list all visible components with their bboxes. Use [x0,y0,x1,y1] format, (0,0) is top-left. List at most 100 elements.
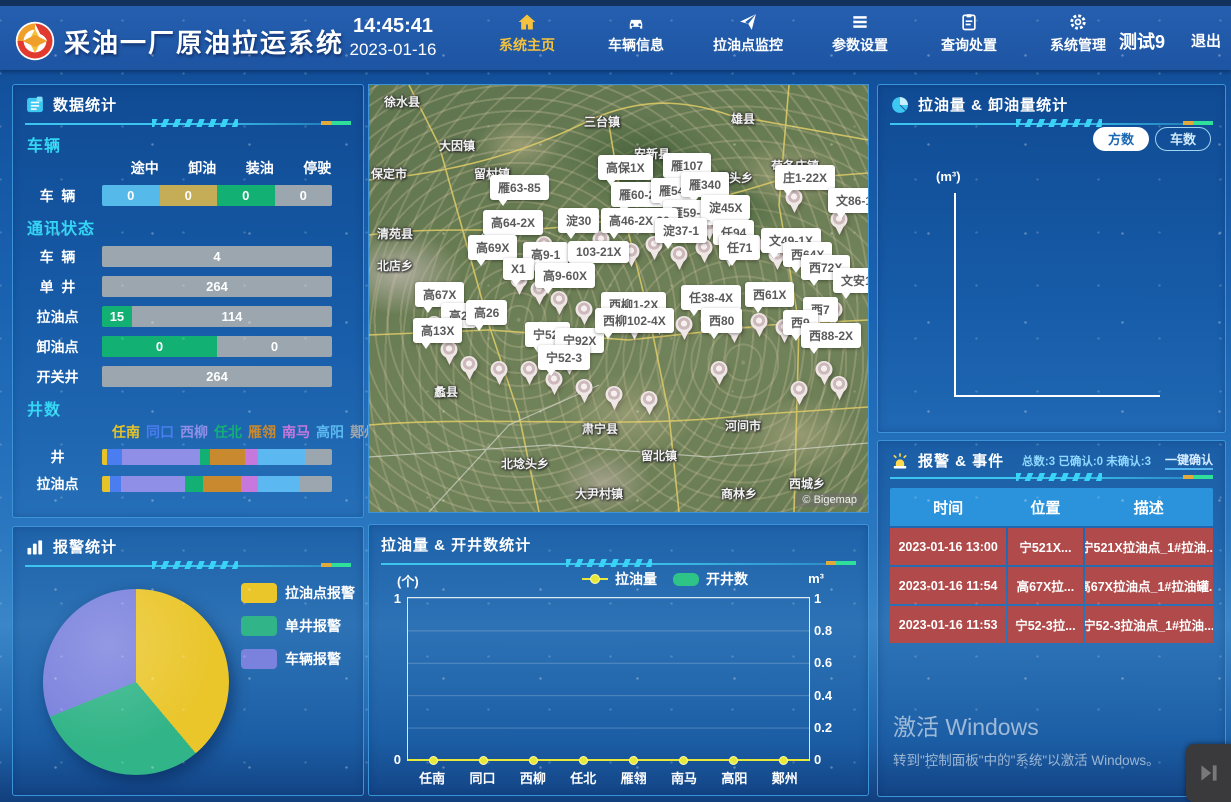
panel-title: 报警统计 [53,536,117,557]
map-pin[interactable] [641,391,658,415]
well-label-bubble[interactable]: 103-21X [568,241,629,263]
data-point[interactable] [579,756,588,765]
map-pin[interactable] [676,316,693,340]
axis-tick: 0.8 [814,623,838,638]
well-label-bubble[interactable]: 西88-2X [801,323,861,348]
map-pin[interactable] [751,313,768,337]
alarm-row[interactable]: 2023-01-16 11:53 宁52-3拉... 宁52-3拉油点_1#拉油… [890,606,1213,643]
wells-legend-item: 同口 [146,422,174,442]
well-label-bubble[interactable]: 文安14X [833,268,869,293]
well-label-bubble[interactable]: 高69X [468,235,517,260]
map-pin[interactable] [521,361,538,385]
nav-item[interactable]: 系统主页 [495,12,559,55]
chart-legend: 拉油量 开井数 [582,569,748,589]
well-label-bubble[interactable]: 高26 [466,300,507,325]
current-user[interactable]: 测试9 [1119,28,1165,54]
gear-icon [1068,12,1088,32]
legend-item[interactable]: 车辆报警 [241,649,355,669]
confirm-all-button[interactable]: 一键确认 [1165,451,1213,470]
well-label-bubble[interactable]: 高保1X [598,155,653,180]
nav-item[interactable]: 查询处置 [937,12,1001,55]
map-pin[interactable] [461,356,478,380]
map-pin[interactable] [441,341,458,365]
well-label-bubble[interactable]: X1 [503,258,534,280]
well-label-bubble[interactable]: 任38-4X [681,285,741,310]
well-label-bubble[interactable]: 雁340 [681,172,729,197]
map-pin[interactable] [606,386,623,410]
vehicle-status-column: 卸油 [174,158,232,178]
data-point[interactable] [729,756,738,765]
volume-wells-chart-panel: 拉油量 & 开井数统计 (个) 拉油量 开井数 m³ 10 10.80.60.4… [368,524,869,796]
wells-legend-item: 高阳 [316,422,344,442]
data-point[interactable] [479,756,488,765]
well-label-bubble[interactable]: 高9-60X [535,263,595,288]
toggle-button[interactable]: 方数 [1093,127,1149,151]
comm-bar-segment: 114 [132,306,332,327]
well-label-bubble[interactable]: 西柳102-4X [595,308,674,333]
legend-item[interactable]: 拉油点报警 [241,583,355,603]
well-label-bubble[interactable]: 宁52-3 [538,345,590,370]
satellite-map[interactable]: 徐水县三台镇安新县雄县保定市苟各庄镇大因镇留村镇清苑县何桥乡田头乡北店乡蠡县肃宁… [368,84,869,513]
vehicle-status-segment: 0 [160,185,218,206]
data-point[interactable] [779,756,788,765]
map-place-label: 留北镇 [641,447,677,464]
alarm-description: 宁521X拉油点_1#拉油... [1085,528,1213,565]
alarm-row[interactable]: 2023-01-16 11:54 高67X拉... 高67X拉油点_1#拉油罐.… [890,567,1213,604]
wells-bar-segment [122,449,200,465]
comm-row-label: 拉油点 [13,307,102,327]
map-pin[interactable] [831,376,848,400]
map-attribution[interactable]: © Bigemap [796,493,863,507]
data-point[interactable] [429,756,438,765]
vehicle-status-segment: 0 [217,185,275,206]
nav-item[interactable]: 参数设置 [828,12,892,55]
home-icon [517,12,537,32]
nav-item[interactable]: 车辆信息 [604,12,668,55]
map-pin[interactable] [711,361,728,385]
well-label-bubble[interactable]: 西61X [745,282,794,307]
legend-label: 车辆报警 [285,649,341,669]
map-pin[interactable] [671,246,688,270]
legend-item[interactable]: 单井报警 [241,616,355,636]
map-pin[interactable] [491,361,508,385]
well-label-bubble[interactable]: 淀37-1 [655,218,707,243]
pull-points-bar-label: 拉油点 [13,474,102,494]
legend-label: 开井数 [706,569,748,589]
legend-item-line[interactable]: 拉油量 [582,569,657,589]
alarm-row[interactable]: 2023-01-16 13:00 宁521X... 宁521X拉油点_1#拉油.… [890,528,1213,565]
panel-title-row: 数据统计 [13,85,363,119]
screen-recorder-overlay-button[interactable] [1186,744,1231,802]
map-pin[interactable] [551,291,568,315]
wells-legend: 任南同口西柳任北雁翎南马高阳鄚州 [112,422,363,442]
map-place-label: 三台镇 [584,113,620,130]
map-pin[interactable] [576,379,593,403]
data-point[interactable] [529,756,538,765]
legend-item-bar[interactable]: 开井数 [673,569,748,589]
panel-title: 拉油量 & 卸油量统计 [918,94,1068,115]
well-label-bubble[interactable]: 淀30 [558,208,599,233]
data-point[interactable] [629,756,638,765]
well-label-bubble[interactable]: 雁63-85 [490,175,549,200]
section-comm-status: 通讯状态 [27,215,363,239]
well-label-bubble[interactable]: 任71 [719,235,760,260]
axis-tick: 0 [814,752,838,767]
well-label-bubble[interactable]: 高13X [413,318,462,343]
well-label-bubble[interactable]: 庄1-22X [775,165,835,190]
well-label-bubble[interactable]: 高64-2X [483,210,543,235]
logout-button[interactable]: 退出 [1191,30,1221,51]
well-label-bubble[interactable]: 西80 [701,308,742,333]
vehicle-status-columns: 途中卸油装油停驶 [116,158,346,178]
toggle-button[interactable]: 车数 [1155,127,1211,151]
nav-item[interactable]: 系统管理 [1046,12,1110,55]
comm-bar-segment: 264 [102,366,332,387]
plot-area [407,597,810,761]
date: 2023-01-16 [318,39,468,60]
nav-item-label: 查询处置 [941,35,997,55]
x-axis-label: 鄚州 [760,768,810,787]
map-pin[interactable] [791,381,808,405]
map-pin[interactable] [576,301,593,325]
data-point[interactable] [679,756,688,765]
well-label-bubble[interactable]: 文86-1X [828,188,869,213]
nav-item[interactable]: 拉油点监控 [713,12,783,55]
alarm-pie[interactable] [43,589,229,775]
well-label-bubble[interactable]: 淀45X [701,195,750,220]
